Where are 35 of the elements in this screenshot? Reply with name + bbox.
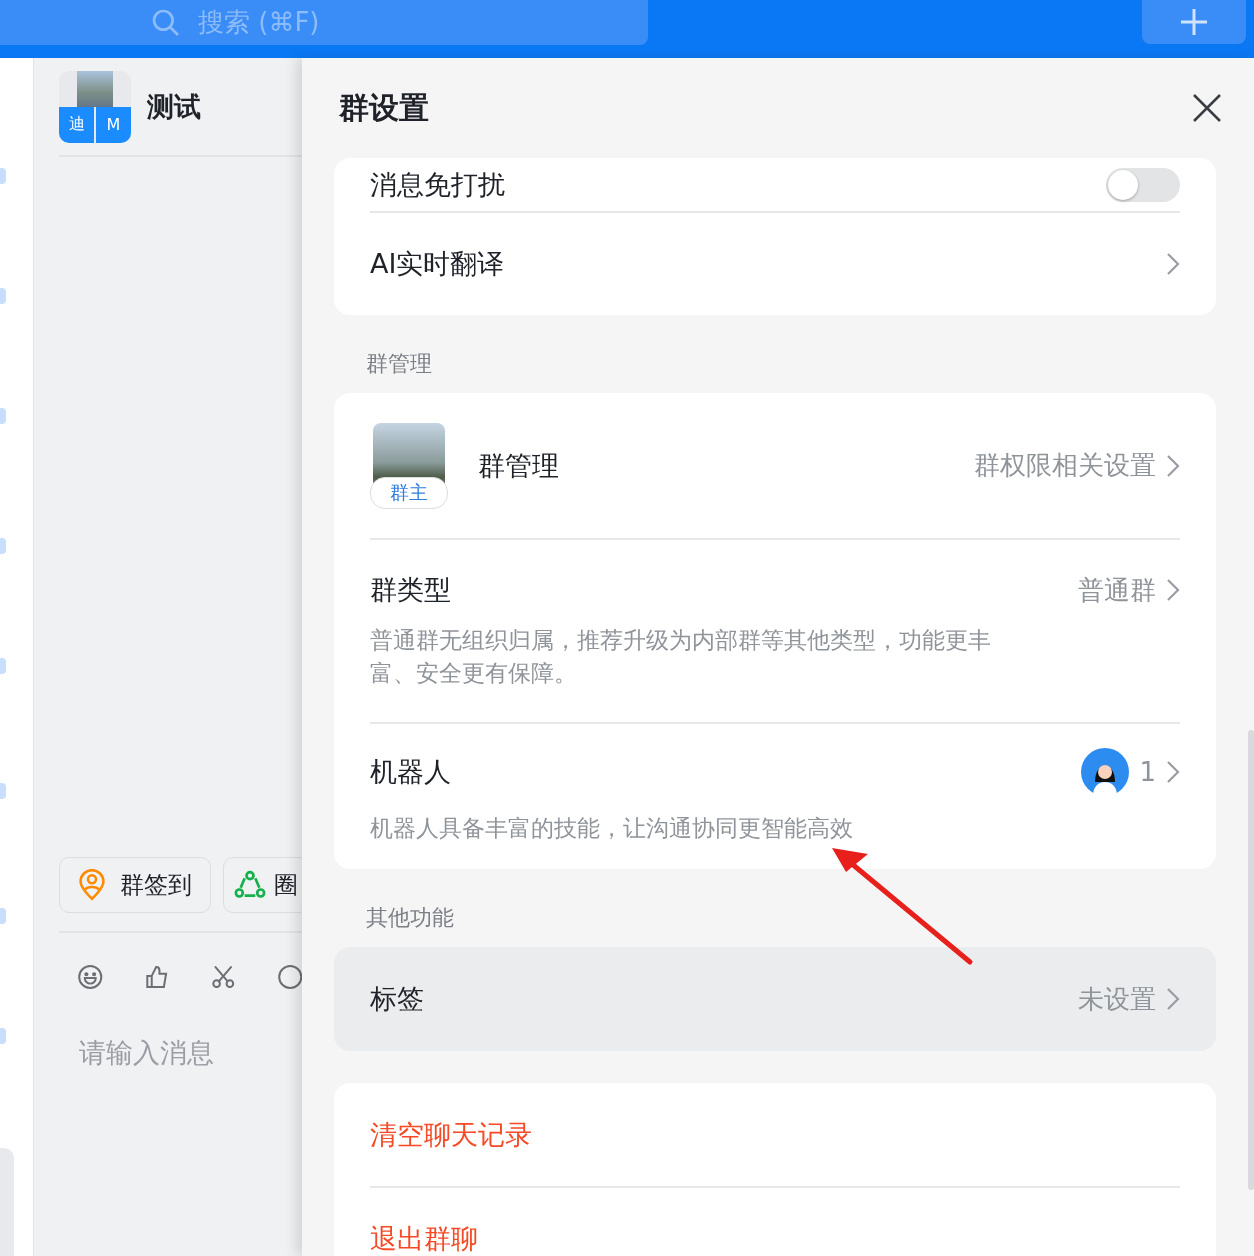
- chevron-right-icon: [1166, 252, 1180, 276]
- row-label: AI实时翻译: [370, 247, 505, 281]
- close-button[interactable]: [1192, 93, 1222, 123]
- row-label: 群管理: [478, 448, 559, 483]
- chevron-right-icon: [1166, 987, 1180, 1011]
- chevron-right-icon: [1166, 760, 1180, 784]
- toggle-switch[interactable]: [1106, 167, 1180, 202]
- settings-row[interactable]: 标签 未设置: [334, 947, 1216, 1051]
- row-value: 群权限相关设置: [974, 449, 1156, 482]
- chat-title: 测试: [147, 89, 201, 124]
- row-label: 机器人: [370, 755, 451, 789]
- row-description: 机器人具备丰富的技能，让沟通协同更智能高效: [370, 814, 854, 843]
- row-value: 普通群: [1078, 573, 1156, 607]
- location-pin-icon: [78, 869, 106, 901]
- row-value: 1: [1139, 757, 1156, 787]
- add-button[interactable]: [1142, 0, 1246, 44]
- chevron-right-icon: [1166, 578, 1180, 602]
- row-label: 标签: [370, 982, 424, 1016]
- row-label: 清空聊天记录: [370, 1117, 532, 1152]
- row-label: 群类型: [370, 573, 451, 607]
- section-heading: 群管理: [365, 350, 432, 378]
- group-avatar: 迪 M: [59, 70, 131, 143]
- owner-badge: 群主: [370, 476, 448, 509]
- row-label: 退出群聊: [370, 1221, 478, 1256]
- triangle-nodes-icon: [234, 870, 266, 900]
- row-value: 未设置: [1078, 982, 1156, 1016]
- section-heading: 其他功能: [365, 904, 454, 932]
- row-description: 普通群无组织归属，推荐升级为内部群等其他类型，功能更丰富、安全更有保障。: [370, 626, 992, 688]
- plus-icon: [1179, 7, 1209, 37]
- quick-action-button[interactable]: 群签到: [59, 857, 211, 913]
- avatar-icon: [1081, 748, 1130, 796]
- row-label: 消息免打扰: [370, 167, 505, 202]
- quick-action-button[interactable]: 圈: [223, 857, 303, 913]
- chevron-right-icon: [1166, 453, 1180, 478]
- panel-title: 群设置: [339, 88, 429, 127]
